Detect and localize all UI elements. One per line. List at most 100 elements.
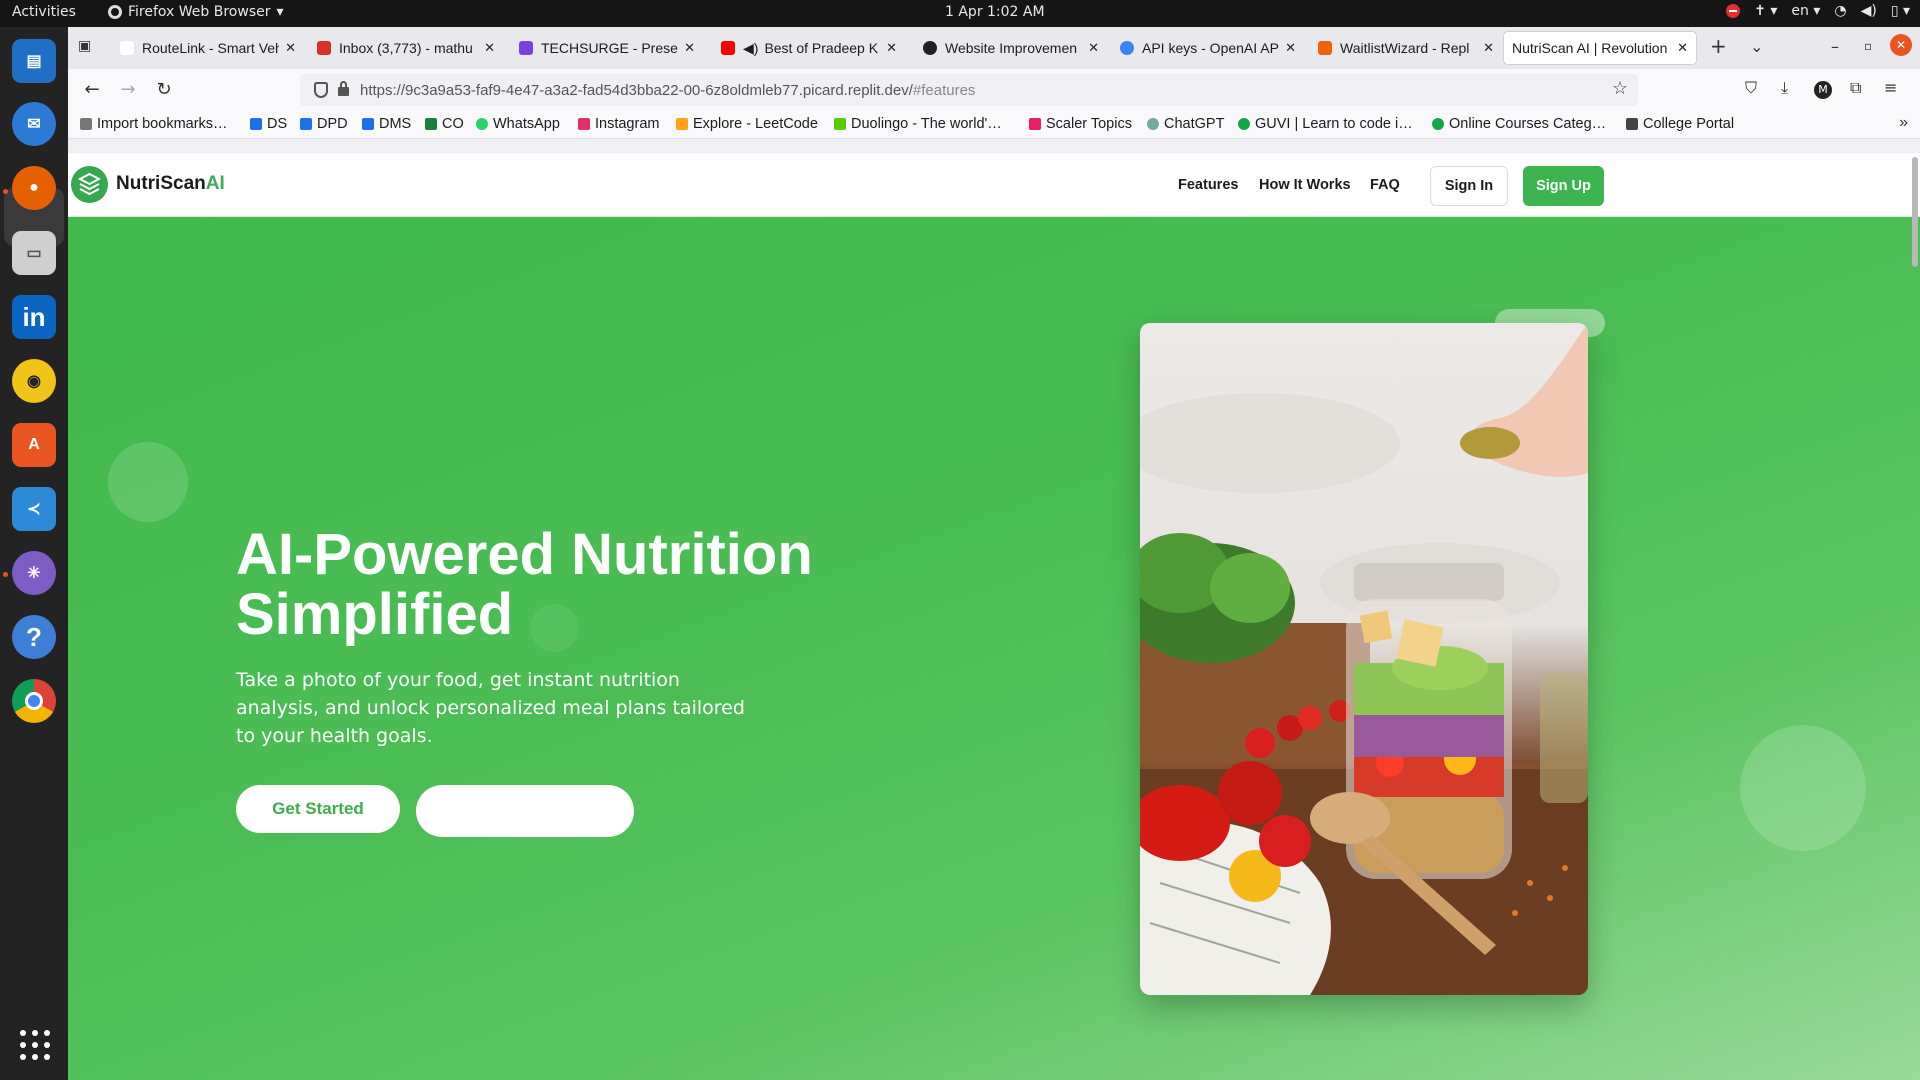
reload-icon[interactable]: ↻: [152, 78, 176, 102]
tracking-protection-icon[interactable]: [314, 82, 328, 98]
bookmark-duolingo[interactable]: Duolingo - The world'…: [834, 116, 1002, 132]
speaker-icon[interactable]: ◀): [743, 40, 758, 57]
activities-button[interactable]: Activities: [12, 4, 76, 20]
bookmark-star-icon[interactable]: ☆: [1612, 78, 1628, 99]
get-started-button[interactable]: Get Started: [236, 785, 400, 833]
hero-food-image: [1140, 323, 1588, 995]
hero-description: Take a photo of your food, get instant n…: [236, 669, 745, 747]
close-icon[interactable]: ✕: [484, 40, 495, 56]
bookmark-whatsapp[interactable]: WhatsApp: [476, 116, 560, 132]
portal-icon: [1626, 118, 1638, 130]
new-tab-icon[interactable]: +: [1710, 34, 1727, 58]
back-icon[interactable]: ←: [80, 78, 104, 102]
tab-nutriscan[interactable]: NutriScan AI | Revolution ✕: [1504, 32, 1696, 64]
volume-icon: ◀): [1860, 3, 1877, 19]
bookmark-co[interactable]: CO: [425, 116, 464, 132]
linkedin-icon[interactable]: in: [12, 295, 56, 339]
secondary-cta-button[interactable]: [416, 785, 634, 837]
bookmark-instagram[interactable]: Instagram: [578, 116, 659, 132]
app-menu[interactable]: Firefox Web Browser ▾: [108, 4, 284, 20]
list-all-tabs-icon[interactable]: ⌄: [1750, 37, 1763, 56]
forward-icon[interactable]: →: [116, 78, 140, 102]
lock-icon[interactable]: [338, 81, 349, 96]
logo-icon[interactable]: [71, 166, 108, 203]
logo-text[interactable]: NutriScanAI: [116, 173, 225, 195]
tab-website-improvement[interactable]: Website Improvemen ✕: [915, 32, 1107, 64]
bookmark-online-courses[interactable]: Online Courses Categ…: [1432, 116, 1606, 132]
close-icon[interactable]: ✕: [1483, 40, 1494, 56]
tab-inbox[interactable]: Inbox (3,773) - mathu ✕: [309, 32, 503, 64]
firefox-icon: [108, 5, 122, 19]
close-icon[interactable]: ✕: [1677, 40, 1688, 56]
close-icon[interactable]: ✕: [684, 40, 695, 56]
drive-icon: [362, 118, 374, 130]
downloads-icon[interactable]: ⤓: [1781, 78, 1788, 98]
nav-features[interactable]: Features: [1178, 177, 1238, 193]
bookmark-college-portal[interactable]: College Portal: [1626, 116, 1734, 132]
account-icon[interactable]: M: [1814, 81, 1832, 99]
help-icon[interactable]: ?: [12, 615, 56, 659]
writer-icon[interactable]: ▤: [12, 39, 56, 83]
network-app-icon[interactable]: ✳: [12, 551, 56, 595]
accessibility-icon[interactable]: ✝ ▾: [1754, 3, 1777, 19]
pocket-icon[interactable]: ⛉: [1745, 78, 1757, 98]
thunderbird-icon[interactable]: ✉: [12, 102, 56, 146]
guvi-icon: [1432, 118, 1444, 130]
language-indicator[interactable]: en ▾: [1791, 3, 1820, 19]
classroom-icon: [425, 118, 437, 130]
tab-routelink[interactable]: RouteLink - Smart Vehicl✕: [112, 32, 304, 64]
tab-techsurge[interactable]: TECHSURGE - Presen ✕: [511, 32, 703, 64]
dock: ▤ ✉ ● ▭ in ◉ A ≺ ✳ ?: [0, 27, 68, 1080]
nav-how-it-works[interactable]: How It Works: [1259, 177, 1351, 193]
decorative-circle: [108, 442, 188, 522]
tab-youtube[interactable]: ◀) Best of Pradeep K ✕: [713, 32, 905, 64]
instagram-icon: [578, 118, 590, 130]
navigation-toolbar: ← → ↻ https://9c3a9a53-faf9-4e47-a3a2-fa…: [68, 69, 1920, 111]
firefox-dock-icon[interactable]: ●: [12, 166, 56, 210]
bookmark-dms[interactable]: DMS: [362, 116, 411, 132]
bookmark-import[interactable]: Import bookmarks…: [80, 116, 228, 132]
software-center-icon[interactable]: A: [12, 423, 56, 467]
close-icon[interactable]: ✕: [1285, 40, 1296, 56]
chrome-icon[interactable]: [12, 679, 56, 723]
close-icon[interactable]: ✕: [886, 40, 897, 56]
hero-section: AI-Powered Nutrition Simplified Take a ph…: [68, 217, 1920, 1080]
bookmark-scaler[interactable]: Scaler Topics: [1029, 116, 1132, 132]
decorative-circle: [1740, 725, 1866, 851]
window-close-icon[interactable]: ✕: [1890, 34, 1912, 56]
wifi-icon: ◔: [1834, 3, 1847, 19]
page-scrollbar[interactable]: [1912, 157, 1918, 267]
bookmark-ds[interactable]: DS: [250, 116, 287, 132]
files-icon[interactable]: ▭: [12, 231, 56, 275]
tab-waitlistwizard[interactable]: WaitlistWizard - Repl ✕: [1310, 32, 1502, 64]
rhythmbox-icon[interactable]: ◉: [12, 359, 56, 403]
whatsapp-icon: [476, 118, 488, 130]
sign-up-button[interactable]: Sign Up: [1523, 166, 1604, 206]
menu-icon[interactable]: ≡: [1884, 78, 1897, 97]
sign-in-button[interactable]: Sign In: [1430, 166, 1508, 206]
salad-jar-illustration: [1140, 323, 1588, 995]
bookmark-guvi[interactable]: GUVI | Learn to code i…: [1238, 116, 1413, 132]
minimize-icon[interactable]: –: [1831, 37, 1839, 56]
chevron-right-icon[interactable]: »: [1899, 114, 1908, 132]
nav-faq[interactable]: FAQ: [1370, 177, 1400, 193]
bookmark-dpd[interactable]: DPD: [300, 116, 348, 132]
restore-icon[interactable]: ▫: [1864, 39, 1872, 53]
tab-openai-keys[interactable]: API keys - OpenAI API ✕: [1112, 32, 1304, 64]
firefox-window: ▣ RouteLink - Smart Vehicl✕ Inbox (3,773…: [68, 27, 1920, 1080]
address-bar[interactable]: https://9c3a9a53-faf9-4e47-a3a2-fad54d3b…: [300, 74, 1638, 106]
vscode-icon[interactable]: ≺: [12, 487, 56, 531]
close-icon[interactable]: ✕: [285, 40, 296, 56]
gmail-icon: [317, 41, 331, 55]
url-text[interactable]: https://9c3a9a53-faf9-4e47-a3a2-fad54d3b…: [360, 82, 975, 99]
extensions-icon[interactable]: ⧉: [1850, 78, 1861, 98]
show-apps-icon[interactable]: [20, 1030, 50, 1060]
tab-favicon: [120, 41, 134, 55]
openai-icon: [1120, 41, 1134, 55]
bookmark-chatgpt[interactable]: ChatGPT: [1147, 116, 1224, 132]
bookmark-leetcode[interactable]: Explore - LeetCode: [676, 116, 818, 132]
system-tray[interactable]: ✝ ▾ en ▾ ◔ ◀) ▯ ▾: [1726, 3, 1910, 19]
close-icon[interactable]: ✕: [1088, 40, 1099, 56]
tab-list-icon[interactable]: ▣: [78, 38, 98, 58]
clock[interactable]: 1 Apr 1:02 AM: [945, 4, 1045, 20]
